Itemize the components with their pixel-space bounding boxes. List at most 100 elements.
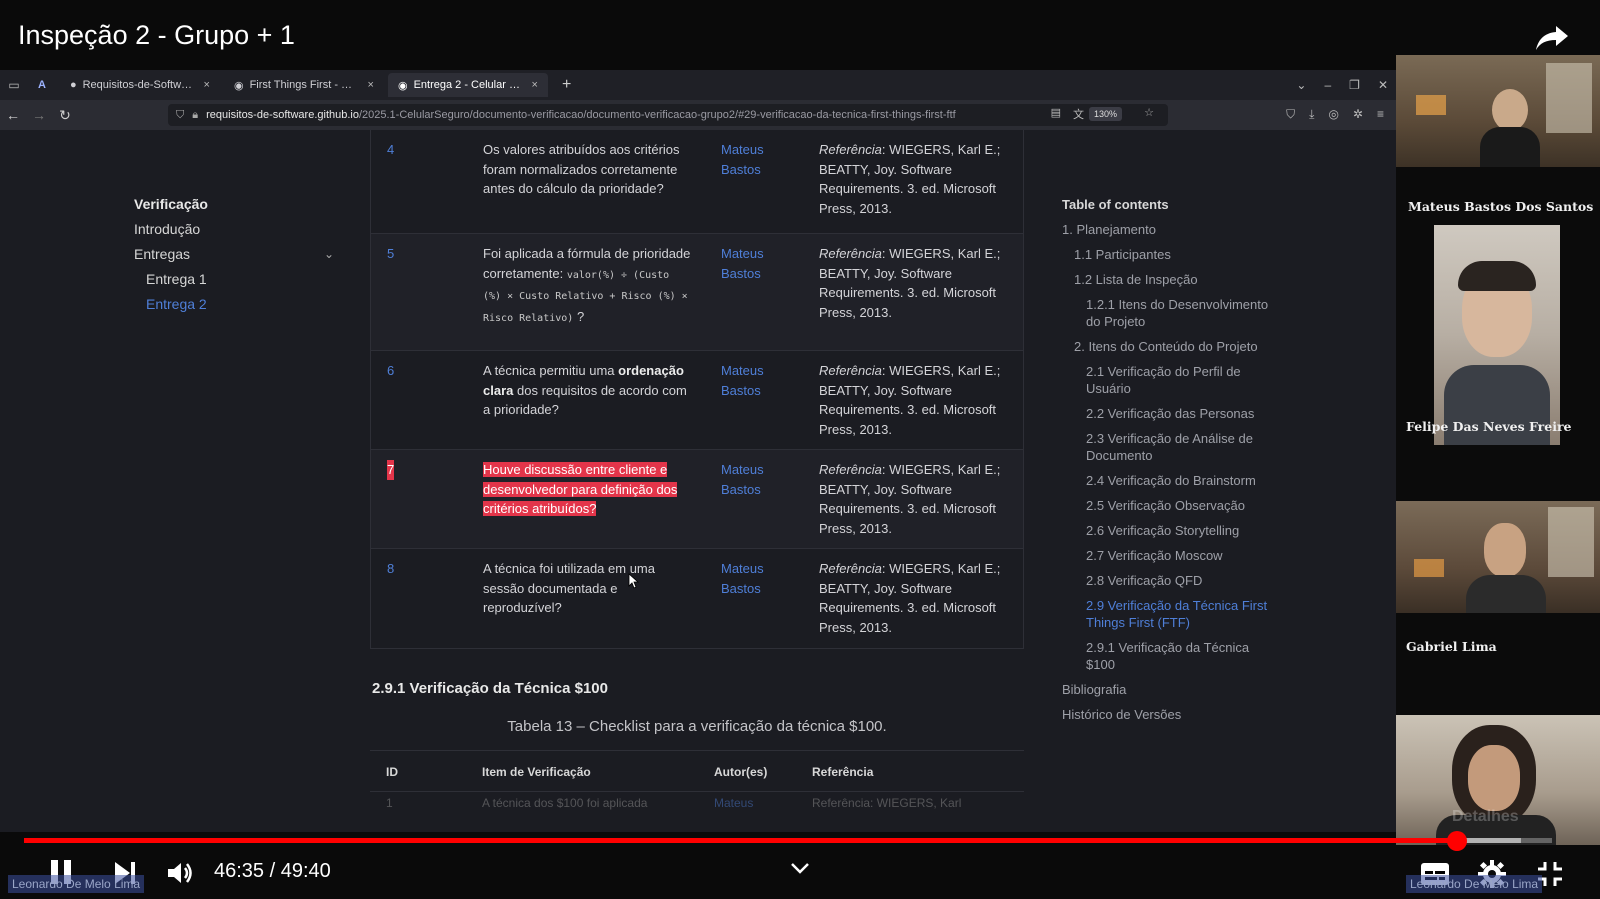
author-link[interactable]: Mateus Bastos — [721, 244, 801, 283]
sidebar-item-introducao[interactable]: Introdução — [134, 217, 334, 242]
tab-entrega-2[interactable]: ◉ Entrega 2 - Celular Seguro × — [387, 73, 548, 97]
row-item: A técnica foi utilizada em uma sessão do… — [483, 561, 655, 615]
author-first: Mateus — [721, 142, 764, 157]
download-icon[interactable]: ⤓ — [1309, 107, 1314, 122]
reload-icon[interactable]: ↻ — [52, 107, 78, 124]
header-author: Autor(es) — [714, 765, 768, 779]
toc-item[interactable]: 2.3 Verificação de Análise de Documento — [1062, 426, 1272, 468]
row-reference: Referência: WIEGERS, Karl — [812, 796, 962, 810]
toc-item[interactable]: 2.8 Verificação QFD — [1062, 568, 1272, 593]
row-reference: Referência: WIEGERS, Karl E.; BEATTY, Jo… — [819, 460, 1009, 538]
table-row: 8 A técnica foi utilizada em uma sessão … — [370, 549, 1024, 649]
tab-label: Requisitos-de-Software/2 — [82, 79, 194, 91]
ref-label: Referência — [819, 561, 882, 576]
table-row: 4 Os valores atribuídos aos critérios fo… — [370, 130, 1024, 234]
close-icon[interactable]: × — [204, 79, 210, 91]
participant-video — [1396, 55, 1600, 167]
star-icon[interactable]: ☆ — [1144, 106, 1154, 119]
tab-first-things-first[interactable]: ◉ First Things First - Cadast × — [224, 73, 384, 97]
row-item: Os valores atribuídos aos critérios fora… — [483, 142, 680, 196]
tab-bar: ▭ A ● Requisitos-de-Software/2 × ◉ First… — [0, 70, 1396, 100]
author-link[interactable]: Mateus Bastos — [721, 559, 801, 598]
presenter-name-tag: Leonardo De Melo Lima — [8, 875, 145, 893]
author-first: Mateus — [721, 246, 764, 261]
item-suffix: ? — [576, 308, 585, 324]
account-icon[interactable]: ◎ — [1328, 107, 1338, 122]
close-icon[interactable]: × — [532, 79, 538, 91]
sidebar-item-entrega-2[interactable]: Entrega 2 — [134, 292, 334, 317]
sidebar-item-entrega-1[interactable]: Entrega 1 — [134, 267, 334, 292]
item-text: A técnica permitiu uma — [483, 363, 615, 378]
toc-item[interactable]: 1.2 Lista de Inspeção — [1062, 267, 1272, 292]
author-link[interactable]: Mateus Bastos — [721, 460, 801, 499]
chevron-down-icon[interactable] — [790, 862, 810, 874]
row-id: 1 — [386, 796, 393, 810]
url-bar[interactable]: ⛉ 🔒︎ requisitos-de-software.github.io/20… — [168, 104, 1168, 126]
time-display: 46:35 / 49:40 — [214, 860, 331, 882]
author-first: Mateus — [721, 462, 764, 477]
toc-item[interactable]: 2.7 Verificação Moscow — [1062, 543, 1272, 568]
toc-item[interactable]: 1.1 Participantes — [1062, 242, 1272, 267]
tab-list-icon[interactable]: ▭ — [0, 70, 28, 100]
chevron-down-icon[interactable]: ⌄ — [324, 242, 334, 267]
chevron-down-icon[interactable]: ⌄ — [1296, 78, 1306, 92]
sidebar-nav: Verificação Introdução Entregas ⌄ Entreg… — [134, 192, 334, 317]
extensions-icon[interactable]: ✲ — [1353, 107, 1363, 122]
toc-item[interactable]: 2.1 Verificação do Perfil de Usuário — [1062, 359, 1272, 401]
author-link[interactable]: Mateus — [714, 796, 753, 810]
share-icon[interactable] — [1534, 22, 1570, 52]
author-first: Mateus — [721, 363, 764, 378]
author-last: Bastos — [721, 265, 761, 281]
toc-item[interactable]: 1. Planejamento — [1062, 217, 1272, 242]
volume-icon[interactable] — [166, 860, 194, 886]
close-window-icon[interactable]: ✕ — [1378, 78, 1388, 92]
tab-github[interactable]: ● Requisitos-de-Software/2 × — [60, 73, 220, 97]
table-caption: Tabela 13 – Checklist para a verificação… — [507, 718, 887, 735]
minimize-icon[interactable]: – — [1324, 78, 1331, 92]
table-of-contents: Table of contents 1. Planejamento 1.1 Par… — [1062, 192, 1272, 727]
restore-icon[interactable]: ❐ — [1349, 78, 1360, 92]
row-reference: Referência: WIEGERS, Karl E.; BEATTY, Jo… — [819, 244, 1009, 322]
sidebar-item-entregas[interactable]: Entregas ⌄ — [134, 242, 334, 267]
new-tab-button[interactable]: + — [552, 76, 581, 94]
translate-icon[interactable]: 文 — [1073, 106, 1084, 122]
ref-label: Referência — [819, 462, 882, 477]
participant-video — [1396, 501, 1600, 613]
toc-list: 1. Planejamento 1.1 Participantes 1.2 List… — [1062, 217, 1272, 727]
github-icon: ● — [69, 79, 77, 91]
menu-icon[interactable]: ≡ — [1377, 107, 1384, 122]
zoom-level[interactable]: 130% — [1088, 107, 1122, 121]
checklist-table: 4 Os valores atribuídos aos critérios fo… — [370, 130, 1024, 649]
tab-app[interactable]: A — [28, 73, 56, 97]
toc-item[interactable]: 2.2 Verificação das Personas — [1062, 401, 1272, 426]
row-id: 7 — [387, 460, 395, 480]
toc-item[interactable]: 2. Itens do Conteúdo do Projeto — [1062, 334, 1272, 359]
progress-fill — [24, 838, 1457, 843]
ref-label: Referência — [819, 363, 882, 378]
close-icon[interactable]: × — [368, 79, 374, 91]
toc-item[interactable]: Bibliografia — [1062, 677, 1272, 702]
toc-item[interactable]: 2.4 Verificação do Brainstorm — [1062, 468, 1272, 493]
ref-label: Referência — [819, 246, 882, 261]
sidebar-item-verificacao[interactable]: Verificação — [134, 192, 334, 217]
progress-scrubber[interactable] — [1446, 831, 1467, 851]
toc-item[interactable]: 2.9.1 Verificação da Técnica $100 — [1062, 635, 1272, 677]
toc-item[interactable]: 2.9 Verificação da Técnica First Things … — [1062, 593, 1272, 635]
progress-bar[interactable] — [24, 838, 1552, 843]
forward-icon[interactable]: → — [26, 107, 52, 123]
tab-label: Entrega 2 - Celular Seguro — [413, 79, 522, 91]
header-id: ID — [386, 765, 398, 779]
table-row-partial: 1 A técnica dos $100 foi aplicada Mateus… — [370, 796, 1024, 816]
back-icon[interactable]: ← — [0, 107, 26, 123]
section-title: 2.9.1 Verificação da Técnica $100 — [372, 680, 608, 697]
highlighted-text[interactable]: Houve discussão entre cliente e desenvol… — [483, 462, 678, 516]
toc-item[interactable]: 2.6 Verificação Storytelling — [1062, 518, 1272, 543]
author-link[interactable]: Mateus Bastos — [721, 361, 801, 400]
pocket-icon[interactable]: ⛉ — [1286, 107, 1295, 122]
author-link[interactable]: Mateus Bastos — [721, 140, 801, 179]
toc-item[interactable]: 1.2.1 Itens do Desenvolvimento do Projet… — [1062, 292, 1272, 334]
participant-name: Felipe Das Neves Freire — [1406, 419, 1572, 434]
toc-item[interactable]: 2.5 Verificação Observação — [1062, 493, 1272, 518]
reader-icon[interactable]: ▤ — [1051, 106, 1061, 122]
toc-item[interactable]: Histórico de Versões — [1062, 702, 1272, 727]
